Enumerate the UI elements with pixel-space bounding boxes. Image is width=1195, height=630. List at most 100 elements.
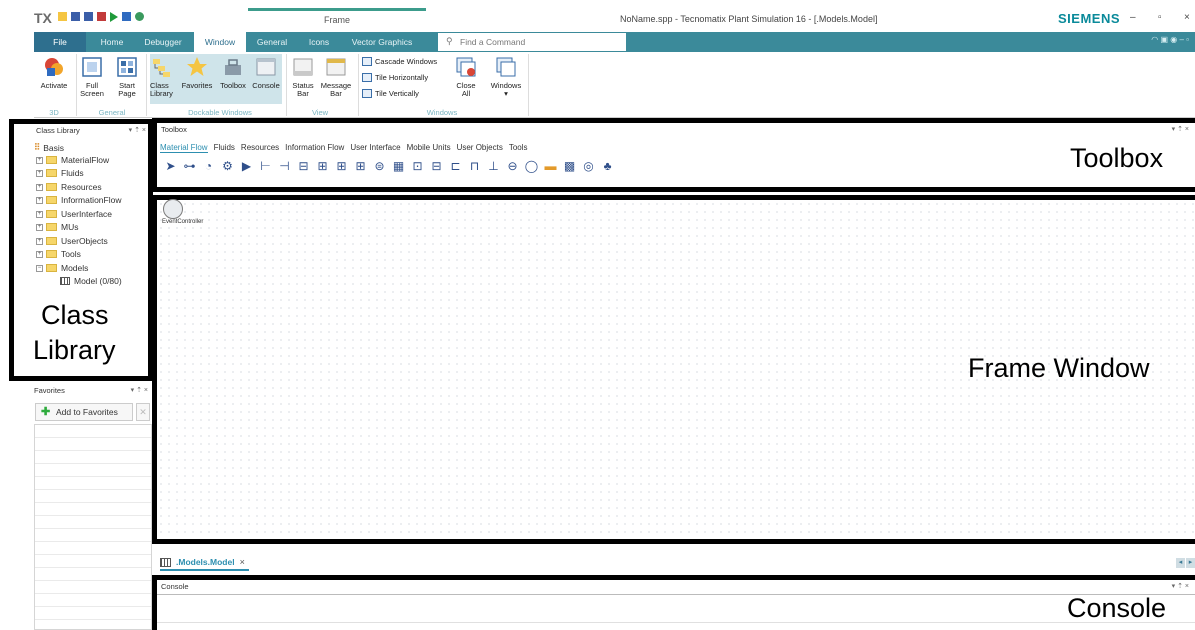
save-all-icon[interactable] bbox=[84, 12, 93, 21]
fast-forward-icon[interactable] bbox=[122, 12, 131, 21]
placebuffer-icon[interactable]: ⊞ bbox=[352, 158, 369, 175]
quick-access-toolbar bbox=[58, 12, 144, 22]
tree-item[interactable]: + MaterialFlow bbox=[36, 155, 109, 165]
activate-button[interactable]: Activate bbox=[36, 56, 72, 90]
sorter-icon[interactable]: ⊜ bbox=[371, 158, 388, 175]
remove-favorite-button[interactable]: ✕ bbox=[136, 403, 150, 421]
toolbox-tab-material-flow[interactable]: Material Flow bbox=[160, 143, 208, 153]
minimize-button[interactable]: – bbox=[1130, 12, 1136, 23]
close-button[interactable]: × bbox=[1184, 12, 1190, 23]
scroll-left-icon[interactable]: ◂ bbox=[1176, 558, 1185, 568]
tab-home[interactable]: Home bbox=[94, 32, 130, 52]
console-input-line[interactable] bbox=[157, 622, 1195, 623]
message-bar-button[interactable]: Message Bar bbox=[318, 56, 354, 98]
new-icon[interactable] bbox=[58, 12, 67, 21]
tree-item[interactable]: + UserInterface bbox=[36, 209, 112, 219]
toolbox-tab-user-interface[interactable]: User Interface bbox=[350, 143, 400, 153]
tab-window[interactable]: Window bbox=[194, 32, 246, 52]
angular-converter-icon[interactable]: ⊏ bbox=[447, 158, 464, 175]
save-icon[interactable] bbox=[71, 12, 80, 21]
tree-item-model[interactable]: Model (0/80) bbox=[60, 276, 122, 286]
flow-control-icon[interactable]: ⊡ bbox=[409, 158, 426, 175]
panel-controls[interactable]: ▾ ⇡ × bbox=[1172, 581, 1189, 593]
tree-item[interactable]: + UserObjects bbox=[36, 236, 108, 246]
toolbox-tab-user-objects[interactable]: User Objects bbox=[457, 143, 503, 153]
full-screen-button[interactable]: Full Screen bbox=[78, 56, 106, 98]
toolbox-tab-fluids[interactable]: Fluids bbox=[214, 143, 235, 153]
reset-icon[interactable] bbox=[97, 12, 106, 21]
toolbox-tab-information-flow[interactable]: Information Flow bbox=[285, 143, 344, 153]
tab-icons[interactable]: Icons bbox=[302, 32, 336, 52]
class-library-button[interactable]: Class Library bbox=[150, 56, 180, 98]
event-controller-object[interactable] bbox=[163, 199, 183, 219]
parallel-proc-icon[interactable]: ⊣ bbox=[276, 158, 293, 175]
tile-horizontally-button[interactable]: Tile Horizontally bbox=[362, 73, 428, 82]
console-header: Console ▾ ⇡ × bbox=[161, 581, 1189, 593]
track-icon[interactable]: ⊥ bbox=[485, 158, 502, 175]
close-tab-icon[interactable]: × bbox=[240, 557, 245, 567]
tree-item[interactable]: + MUs bbox=[36, 222, 78, 232]
interface-icon[interactable]: ▩ bbox=[561, 158, 578, 175]
start-page-button[interactable]: Start Page bbox=[112, 56, 142, 98]
folder-icon bbox=[46, 237, 57, 245]
annotation-class-library-2: Library bbox=[33, 335, 116, 365]
tree-item[interactable]: + Fluids bbox=[36, 168, 84, 178]
store-icon[interactable]: ◯ bbox=[523, 158, 540, 175]
frame-context-tab[interactable]: Frame bbox=[248, 8, 426, 30]
toolbox-tabs: Material Flow Fluids Resources Informati… bbox=[160, 143, 528, 153]
hierarchy-icon[interactable]: ♣ bbox=[599, 158, 616, 175]
step-icon[interactable] bbox=[135, 12, 144, 21]
toolbox-button[interactable]: Toolbox bbox=[216, 56, 250, 90]
tile-vertically-button[interactable]: Tile Vertically bbox=[362, 89, 419, 98]
panel-controls[interactable]: ▾ ⇡ × bbox=[131, 386, 148, 394]
pointer-icon[interactable]: ➤ bbox=[162, 158, 179, 175]
find-command-input[interactable]: ⚲ Find a Command bbox=[438, 33, 626, 51]
single-proc-icon[interactable]: ⊢ bbox=[257, 158, 274, 175]
document-tab-model[interactable]: .Models.Model × bbox=[160, 555, 249, 571]
line-icon[interactable]: ⊟ bbox=[428, 158, 445, 175]
tree-item[interactable]: + Resources bbox=[36, 182, 102, 192]
buffer-icon[interactable]: ⊞ bbox=[333, 158, 350, 175]
toolbox-tab-mobile-units[interactable]: Mobile Units bbox=[407, 143, 451, 153]
folder-icon bbox=[46, 264, 57, 272]
turntable-icon[interactable]: ⊓ bbox=[466, 158, 483, 175]
add-to-favorites-button[interactable]: ✚ Add to Favorites bbox=[35, 403, 133, 421]
event-controller-label: EventController bbox=[162, 219, 204, 225]
scroll-right-icon[interactable]: ▸ bbox=[1186, 558, 1195, 568]
tree-item[interactable]: + InformationFlow bbox=[36, 195, 121, 205]
toolbox-tab-resources[interactable]: Resources bbox=[241, 143, 279, 153]
cycle-icon[interactable]: ▦ bbox=[390, 158, 407, 175]
close-all-button[interactable]: Close All bbox=[448, 56, 484, 98]
group-label-general: General bbox=[98, 108, 126, 117]
cascade-windows-button[interactable]: Cascade Windows bbox=[362, 57, 437, 66]
frame-icon[interactable]: ◎ bbox=[580, 158, 597, 175]
start-icon[interactable] bbox=[110, 12, 118, 22]
transfer-station-icon[interactable]: ▬ bbox=[542, 158, 559, 175]
tab-file[interactable]: File bbox=[34, 32, 86, 52]
status-bar-button[interactable]: Status Bar bbox=[288, 56, 318, 98]
turnplate-icon[interactable]: ⊖ bbox=[504, 158, 521, 175]
ribbon-options[interactable]: ◠ ▣ ◉ ‒ ▫ bbox=[1151, 35, 1189, 44]
tree-item[interactable]: + Tools bbox=[36, 249, 81, 259]
folder-icon bbox=[46, 169, 57, 177]
tree-item-basis[interactable]: ⠿ Basis bbox=[34, 142, 64, 153]
drain-icon[interactable]: ▶ bbox=[238, 158, 255, 175]
windows-dropdown[interactable]: Windows ▾ bbox=[486, 56, 526, 98]
panel-controls[interactable]: ▾ ⇡ × bbox=[129, 125, 146, 137]
console-button[interactable]: Console bbox=[250, 56, 282, 90]
tab-general[interactable]: General bbox=[250, 32, 294, 52]
assembly-icon[interactable]: ⊟ bbox=[295, 158, 312, 175]
favorites-button[interactable]: Favorites bbox=[180, 56, 214, 90]
connector-icon[interactable]: ⊶ bbox=[181, 158, 198, 175]
restore-button[interactable]: ▫ bbox=[1158, 12, 1162, 23]
favorites-list[interactable] bbox=[34, 424, 152, 630]
tab-debugger[interactable]: Debugger bbox=[138, 32, 188, 52]
event-controller-icon[interactable]: ◔ bbox=[200, 158, 217, 175]
tab-vector-graphics[interactable]: Vector Graphics bbox=[346, 32, 418, 52]
toolbox-tab-tools[interactable]: Tools bbox=[509, 143, 528, 153]
source-icon[interactable]: ⚙ bbox=[219, 158, 236, 175]
dismantle-icon[interactable]: ⊞ bbox=[314, 158, 331, 175]
tree-item[interactable]: − Models bbox=[36, 263, 88, 273]
panel-controls[interactable]: ▾ ⇡ × bbox=[1172, 124, 1189, 136]
folder-icon bbox=[46, 196, 57, 204]
